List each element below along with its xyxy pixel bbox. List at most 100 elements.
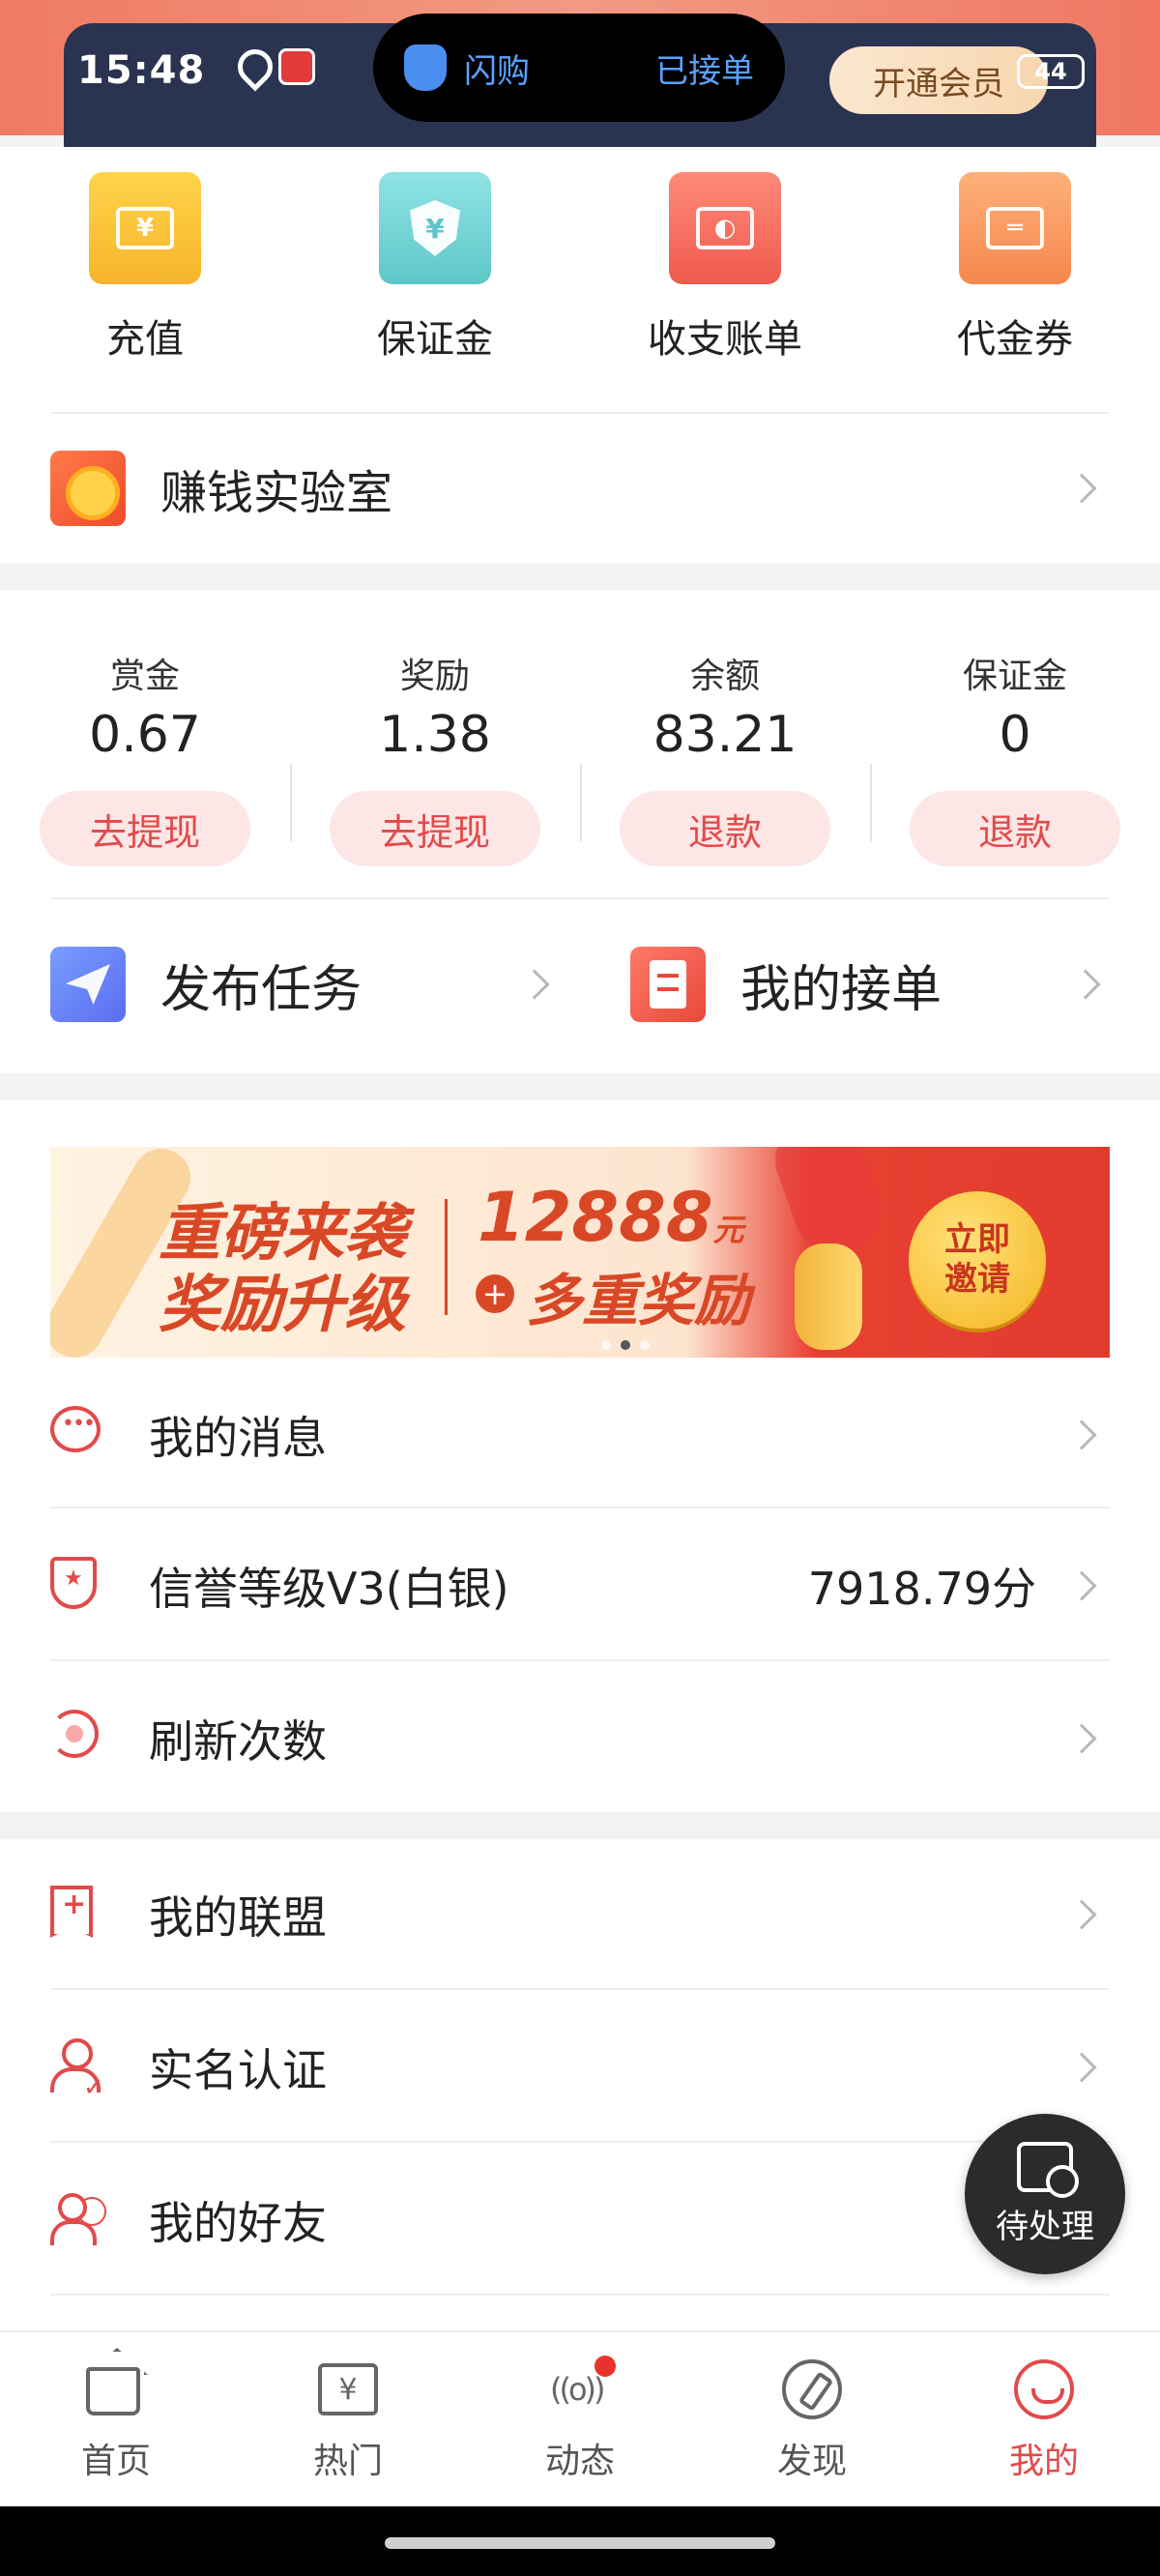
my-messages-row[interactable]: 我的消息 (0, 1360, 1160, 1510)
nav-home[interactable]: 首页 (0, 2332, 232, 2506)
earning-lab-row[interactable]: 赚钱实验室 (0, 416, 1160, 561)
refresh-icon (50, 1710, 99, 1758)
promo-banner[interactable]: 重磅来袭 奖励升级 12888元 + 多重奖励 立即 邀请 (50, 1147, 1110, 1358)
nav-discover[interactable]: 发现 (696, 2332, 928, 2506)
status-time: 15:48 (77, 48, 206, 93)
balance-title: 赏金 (109, 657, 180, 696)
dynamic-island[interactable]: 闪购 已接单 (373, 14, 785, 122)
balance-refund-button[interactable]: 退款 (620, 791, 830, 866)
pagination-dot-active (621, 1340, 630, 1350)
open-vip-button[interactable]: 开通会员 (829, 46, 1048, 114)
plus-icon: + (476, 1274, 514, 1313)
banner-multi-reward: 多重奖励 (526, 1268, 751, 1333)
balance-value: 0.67 (89, 706, 201, 764)
my-orders-row[interactable]: 我的接单 (630, 897, 1114, 1071)
quick-action-label: 充值 (106, 317, 184, 362)
voucher-action[interactable]: ═ 代金券 (870, 172, 1160, 364)
quick-actions: ¥ 充值 ¥ 保证金 ◐ 收支账单 ═ 代金券 (0, 172, 1160, 364)
balance-title: 余额 (689, 657, 760, 696)
my-friends-label: 我的好友 (149, 2197, 327, 2249)
nav-label: 动态 (544, 2442, 615, 2481)
refresh-count-row[interactable]: 刷新次数 (0, 1663, 1160, 1814)
earning-lab-label: 赚钱实验室 (160, 466, 393, 520)
invite-now-button[interactable]: 立即 邀请 (909, 1191, 1046, 1329)
chevron-right-icon (1066, 2052, 1097, 2083)
task-row: 发布任务 我的接单 (0, 897, 1160, 1071)
nav-label: 首页 (80, 2442, 151, 2481)
balance-title: 保证金 (962, 657, 1067, 696)
my-orders-label: 我的接单 (740, 960, 942, 1019)
message-icon (50, 1406, 101, 1452)
chevron-right-icon (519, 969, 550, 1000)
coin-stack-icon (795, 1244, 862, 1350)
nav-label: 热门 (312, 2442, 383, 2481)
banner-headline-2: 奖励升级 (159, 1270, 406, 1341)
chevron-right-icon (1066, 1899, 1097, 1930)
divider (50, 1507, 1110, 1508)
refresh-count-label: 刷新次数 (149, 1715, 327, 1768)
reward-balance: 奖励 1.38 去提现 (290, 648, 580, 866)
pagination-dot (601, 1340, 611, 1350)
nav-hot[interactable]: ¥ 热门 (232, 2332, 464, 2506)
divider (50, 412, 1110, 414)
compass-icon (782, 2359, 842, 2419)
recharge-action[interactable]: ¥ 充值 (0, 172, 290, 364)
credit-score: 7918.79分 (807, 1563, 1036, 1615)
shield-yen-icon: ¥ (379, 172, 491, 284)
banner-amount: 12888元 (478, 1178, 744, 1257)
shield-star-icon-wrap (50, 1557, 108, 1615)
publish-task-row[interactable]: 发布任务 (50, 897, 553, 1071)
check-glyph: ✓ (83, 2073, 104, 2102)
balance-value: 0 (999, 706, 1031, 764)
reward-withdraw-button[interactable]: 去提现 (330, 791, 540, 866)
paper-plane-icon (50, 947, 126, 1022)
balance-card: 赏金 0.67 去提现 奖励 1.38 去提现 余额 83.21 退款 保证金 … (0, 590, 1160, 1073)
app-notification-icon (278, 48, 315, 85)
credit-level-label: 信誉等级V3(白银) (149, 1563, 509, 1615)
home-indicator[interactable] (385, 2537, 775, 2549)
my-alliance-label: 我的联盟 (149, 1891, 327, 1944)
quick-action-label: 保证金 (377, 317, 493, 362)
remaining-balance: 余额 83.21 退款 (580, 648, 870, 866)
me-icon (1014, 2359, 1074, 2419)
location-icon (236, 49, 265, 84)
balance-title: 奖励 (399, 657, 470, 696)
chevron-right-icon (1070, 969, 1101, 1000)
refresh-icon-wrap (50, 1710, 108, 1768)
wallet-card: ¥ 充值 ¥ 保证金 ◐ 收支账单 ═ 代金券 赚钱实验室 (0, 147, 1160, 563)
hot-icon: ¥ (318, 2363, 378, 2415)
island-order-status: 已接单 (655, 51, 754, 91)
bottom-nav: 首页 ¥ 热门 动态 发现 我的 (0, 2330, 1160, 2506)
credit-level-row[interactable]: 信誉等级V3(白银) 7918.79分 (0, 1510, 1160, 1661)
divider (50, 2141, 1110, 2143)
hot-icon-wrap: ¥ (318, 2359, 378, 2419)
bounty-withdraw-button[interactable]: 去提现 (40, 791, 250, 866)
real-name-auth-row[interactable]: ✓ 实名认证 (0, 1992, 1160, 2143)
nav-feed[interactable]: 动态 (464, 2332, 696, 2506)
plus-glyph: + (62, 1888, 87, 1921)
bill-action[interactable]: ◐ 收支账单 (580, 172, 870, 364)
pending-label: 待处理 (996, 2207, 1094, 2246)
my-alliance-row[interactable]: + 我的联盟 (0, 1839, 1160, 1990)
quick-action-label: 收支账单 (648, 317, 802, 362)
island-flash-buy-label: 闪购 (464, 51, 530, 91)
banner-pagination (601, 1340, 650, 1350)
deposit-refund-button[interactable]: 退款 (910, 791, 1120, 866)
bookmark-icon-wrap: + (50, 1886, 108, 1944)
voucher-icon: ═ (959, 172, 1071, 284)
friends-icon (50, 2191, 106, 2245)
nav-me[interactable]: 我的 (928, 2332, 1160, 2506)
me-icon-wrap (1014, 2359, 1074, 2419)
real-name-auth-label: 实名认证 (149, 2044, 327, 2096)
deposit-action[interactable]: ¥ 保证金 (290, 172, 580, 364)
balance-value: 1.38 (379, 706, 491, 764)
chevron-right-icon (1066, 1723, 1097, 1754)
banner-unit: 元 (712, 1212, 744, 1248)
divider (50, 2294, 1110, 2296)
invite-button-line2: 邀请 (944, 1260, 1010, 1299)
wallet-icon: ◐ (669, 172, 781, 284)
pending-fab[interactable]: 待处理 (965, 2114, 1125, 2274)
quick-action-label: 代金券 (957, 317, 1073, 362)
chevron-right-icon (1066, 1420, 1097, 1450)
discover-icon-wrap (782, 2359, 842, 2419)
